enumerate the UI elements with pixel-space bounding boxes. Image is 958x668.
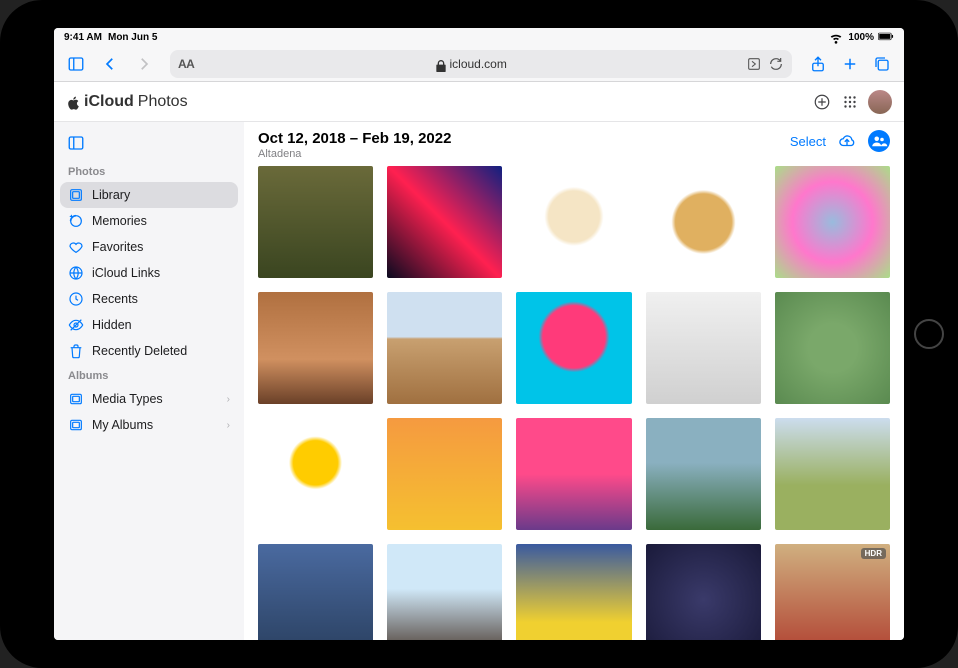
heart-icon bbox=[68, 239, 84, 255]
browser-toolbar: AA icloud.com bbox=[54, 46, 904, 82]
sidebar: Photos Library Memories Favorites iCloud Li… bbox=[54, 122, 244, 640]
memories-icon bbox=[68, 213, 84, 229]
photo-thumbnail[interactable] bbox=[387, 166, 502, 278]
wifi-icon bbox=[828, 29, 844, 45]
photo-thumbnail[interactable] bbox=[646, 418, 761, 530]
cloud-upload-icon[interactable] bbox=[836, 130, 858, 152]
photo-grid: HDR bbox=[244, 166, 904, 640]
sidebar-section-photos: Photos bbox=[60, 160, 238, 182]
lock-icon bbox=[433, 58, 445, 70]
sidebar-item-my-albums[interactable]: My Albums › bbox=[60, 412, 238, 438]
sidebar-item-favorites[interactable]: Favorites bbox=[60, 234, 238, 260]
folder-icon bbox=[68, 391, 84, 407]
photo-thumbnail[interactable] bbox=[258, 418, 373, 530]
main-panel: Oct 12, 2018 – Feb 19, 2022 Altadena Sel… bbox=[244, 122, 904, 640]
link-icon bbox=[68, 265, 84, 281]
tabs-button[interactable] bbox=[868, 50, 896, 78]
chevron-right-icon: › bbox=[227, 394, 230, 405]
chevron-right-icon: › bbox=[227, 420, 230, 431]
photo-thumbnail[interactable] bbox=[775, 418, 890, 530]
photo-thumbnail[interactable] bbox=[387, 292, 502, 404]
sidebar-item-recents[interactable]: Recents bbox=[60, 286, 238, 312]
photo-thumbnail[interactable] bbox=[516, 166, 631, 278]
brand-suffix: Photos bbox=[138, 93, 188, 111]
app-brand[interactable]: iCloud Photos bbox=[66, 93, 188, 111]
sidebar-item-memories[interactable]: Memories bbox=[60, 208, 238, 234]
photo-thumbnail[interactable] bbox=[775, 166, 890, 278]
sidebar-item-label: Recents bbox=[92, 292, 138, 306]
text-size-button[interactable]: AA bbox=[178, 57, 194, 71]
photo-thumbnail[interactable] bbox=[258, 544, 373, 640]
home-button[interactable] bbox=[914, 319, 944, 349]
photo-thumbnail[interactable]: HDR bbox=[775, 544, 890, 640]
photo-thumbnail[interactable] bbox=[646, 544, 761, 640]
photo-thumbnail[interactable] bbox=[258, 292, 373, 404]
clock-icon bbox=[68, 291, 84, 307]
sidebar-item-label: My Albums bbox=[92, 418, 153, 432]
forward-button bbox=[130, 50, 158, 78]
content-date-range: Oct 12, 2018 – Feb 19, 2022 bbox=[258, 130, 790, 147]
reader-icon[interactable] bbox=[746, 56, 762, 72]
apple-icon bbox=[66, 95, 80, 109]
sidebar-section-albums: Albums bbox=[60, 364, 238, 386]
content-location: Altadena bbox=[258, 148, 790, 160]
folder-icon bbox=[68, 417, 84, 433]
app-header: iCloud Photos bbox=[54, 82, 904, 122]
sidebar-item-recently-deleted[interactable]: Recently Deleted bbox=[60, 338, 238, 364]
photo-thumbnail[interactable] bbox=[646, 166, 761, 278]
trash-icon bbox=[68, 343, 84, 359]
sidebar-item-label: Favorites bbox=[92, 240, 143, 254]
status-time: 9:41 AM bbox=[64, 32, 102, 43]
sidebar-collapse-button[interactable] bbox=[62, 130, 90, 156]
back-button[interactable] bbox=[96, 50, 124, 78]
eye-icon bbox=[68, 317, 84, 333]
sidebar-item-label: Hidden bbox=[92, 318, 132, 332]
library-icon bbox=[68, 187, 84, 203]
hdr-badge: HDR bbox=[861, 548, 886, 559]
sidebar-item-hidden[interactable]: Hidden bbox=[60, 312, 238, 338]
account-avatar[interactable] bbox=[868, 90, 892, 114]
sidebar-item-label: Recently Deleted bbox=[92, 344, 187, 358]
photo-thumbnail[interactable] bbox=[387, 544, 502, 640]
battery-label: 100% bbox=[848, 32, 874, 43]
shared-library-icon[interactable] bbox=[868, 130, 890, 152]
photo-thumbnail[interactable] bbox=[516, 292, 631, 404]
sidebar-item-icloud-links[interactable]: iCloud Links bbox=[60, 260, 238, 286]
status-date: Mon Jun 5 bbox=[108, 32, 157, 43]
sidebar-item-label: Media Types bbox=[92, 392, 163, 406]
photo-thumbnail[interactable] bbox=[775, 292, 890, 404]
photo-thumbnail[interactable] bbox=[516, 544, 631, 640]
photo-thumbnail[interactable] bbox=[646, 292, 761, 404]
upload-button[interactable] bbox=[808, 88, 836, 116]
share-button[interactable] bbox=[804, 50, 832, 78]
address-bar[interactable]: AA icloud.com bbox=[170, 50, 792, 78]
photo-thumbnail[interactable] bbox=[387, 418, 502, 530]
sidebar-item-label: Memories bbox=[92, 214, 147, 228]
url-text: icloud.com bbox=[449, 57, 506, 71]
apps-grid-button[interactable] bbox=[836, 88, 864, 116]
battery-icon bbox=[878, 29, 894, 45]
photo-thumbnail[interactable] bbox=[516, 418, 631, 530]
sidebar-item-label: iCloud Links bbox=[92, 266, 160, 280]
sidebar-item-label: Library bbox=[92, 188, 130, 202]
status-bar: 9:41 AM Mon Jun 5 100% bbox=[54, 28, 904, 46]
sidebar-toggle-button[interactable] bbox=[62, 50, 90, 78]
reload-icon[interactable] bbox=[768, 56, 784, 72]
sidebar-item-library[interactable]: Library bbox=[60, 182, 238, 208]
select-button[interactable]: Select bbox=[790, 134, 826, 149]
new-tab-button[interactable] bbox=[836, 50, 864, 78]
brand-prefix: iCloud bbox=[84, 93, 134, 111]
photo-thumbnail[interactable] bbox=[258, 166, 373, 278]
sidebar-item-media-types[interactable]: Media Types › bbox=[60, 386, 238, 412]
